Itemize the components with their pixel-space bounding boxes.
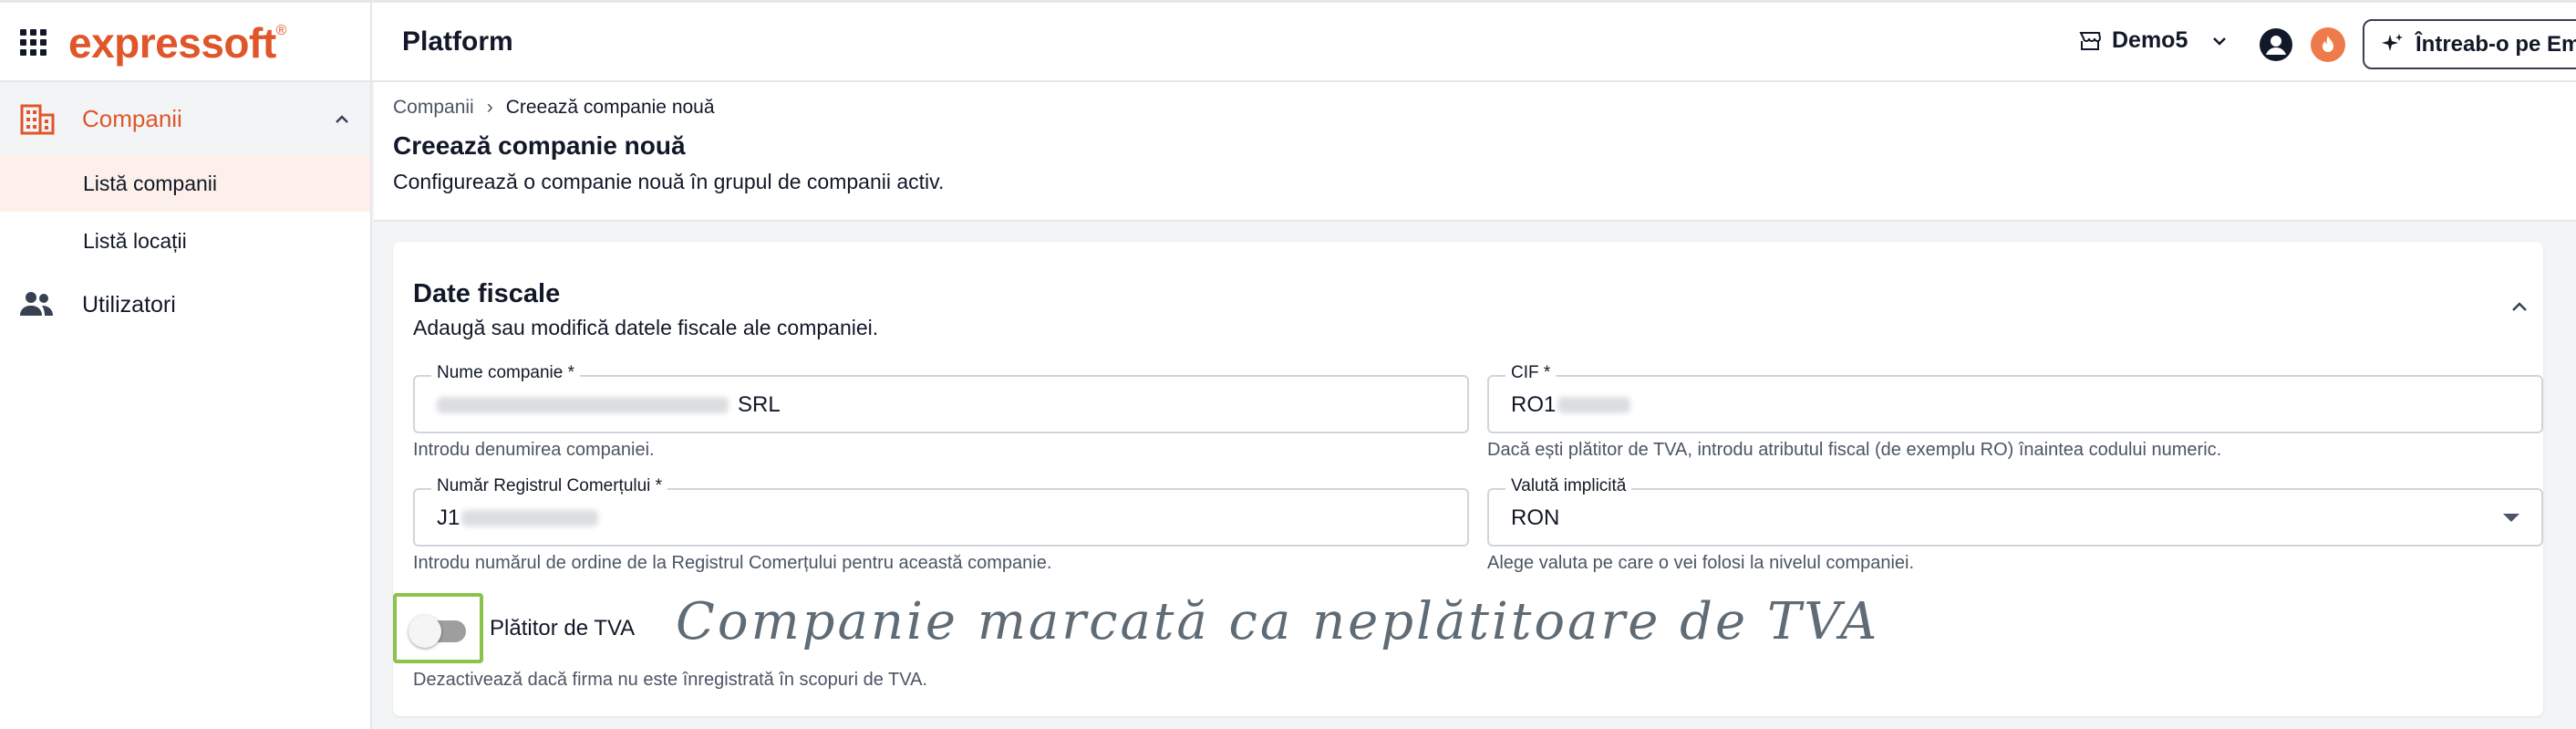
trade-register-prefix: J1 [437,505,460,530]
breadcrumb-separator: › [486,97,493,118]
dropdown-arrow-icon [2503,514,2519,522]
org-switcher[interactable]: Demo5 [2079,27,2229,54]
sidebar: Companii Listă companii Listă locații Ut… [0,82,372,729]
ask-ema-label: Întreab-o pe Ema [2416,31,2576,57]
chevron-up-icon[interactable] [332,109,352,130]
redacted-text [461,510,599,526]
store-icon [2079,31,2101,50]
sidebar-group-label: Companii [82,105,182,132]
notifications-badge[interactable] [2311,27,2345,62]
currency-select[interactable]: Valută implicită RON [1487,476,2543,547]
apps-grid-icon[interactable] [20,29,47,56]
breadcrumb: Companii › Creează companie nouă [393,97,715,119]
trade-register-field[interactable]: Număr Registrul Comerțului * J1 [413,476,1469,547]
sidebar-item-location-list[interactable]: Listă locații [0,213,370,269]
cif-helper: Dacă ești plătitor de TVA, introdu atrib… [1487,440,2222,460]
vat-toggle-highlight [393,593,483,663]
trade-register-helper: Introdu numărul de ordine de la Registru… [413,553,1052,573]
company-name-suffix: SRL [738,392,781,417]
cif-field[interactable]: CIF * RO1 [1487,363,2543,433]
sidebar-group-companies[interactable]: Companii [0,82,370,155]
page-title: Creează companie nouă [393,131,686,160]
currency-helper: Alege valuta pe care o vei folosi la niv… [1487,553,1915,573]
field-value: J1 [437,505,599,531]
card-subtitle: Adaugă sau modifică datele fiscale ale c… [413,316,879,339]
redacted-text [437,397,729,413]
top-bar: expressoft® Platform Demo5 Întreab-o pe … [0,0,2576,82]
vat-toggle-label: Plătitor de TVA [490,616,636,640]
flame-icon [2323,36,2333,52]
field-value: RO1 [1511,392,1631,418]
sidebar-item-users[interactable]: Utilizatori [0,272,370,336]
field-label: Nume companie * [431,363,581,383]
sidebar-item-label: Listă locații [83,228,187,253]
redacted-text [1557,397,1631,413]
annotation-text: Companie marcată ca neplătitoare de TVA [676,592,1880,651]
page-subtitle: Configurează o companie nouă în grupul d… [393,170,945,193]
currency-value: RON [1511,505,1560,530]
sidebar-item-label: Utilizatori [82,292,176,318]
org-name: Demo5 [2112,27,2188,53]
field-value: SRL [437,392,781,418]
users-icon [20,292,53,316]
cif-prefix: RO1 [1511,392,1557,417]
breadcrumb-root-link[interactable]: Companii [393,97,474,119]
building-icon [20,104,55,135]
page-header: Companii › Creează companie nouă Creează… [374,82,2576,222]
company-name-field[interactable]: Nume companie * SRL [413,363,1469,433]
logo-mark: ® [275,22,287,38]
vat-toggle-knob[interactable] [409,615,441,648]
chevron-up-icon[interactable] [2509,297,2530,318]
platform-title: Platform [402,26,513,57]
sparkle-icon [2382,33,2403,51]
sidebar-item-label: Listă companii [83,171,218,195]
ask-ema-button[interactable]: Întreab-o pe Ema [2363,19,2576,69]
chevron-down-icon [2213,36,2227,46]
account-icon[interactable] [2259,27,2293,62]
logo-text: expressoft [68,18,276,67]
sidebar-item-company-list[interactable]: Listă companii [0,155,370,212]
breadcrumb-current: Creează companie nouă [505,97,715,118]
field-label: Număr Registrul Comerțului * [431,476,668,496]
fiscal-data-card: Date fiscale Adaugă sau modifică datele … [393,242,2543,716]
vat-toggle-helper: Dezactivează dacă firma nu este înregist… [413,670,927,690]
card-title: Date fiscale [413,279,561,308]
field-label: CIF * [1505,363,1557,383]
company-name-helper: Introdu denumirea companiei. [413,440,655,460]
brand-area: expressoft® [0,3,372,82]
field-label: Valută implicită [1505,476,1632,496]
logo[interactable]: expressoft® [68,22,286,64]
